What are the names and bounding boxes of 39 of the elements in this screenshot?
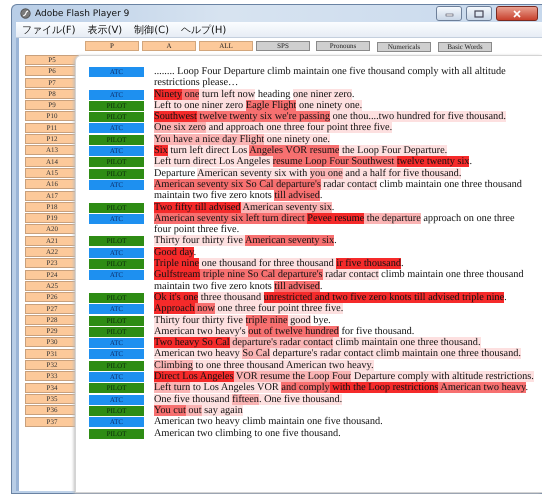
transcript-line: One five thousand fifteen. One five thousand. (154, 394, 344, 405)
transcript-line: American seventy six left turn direct Pevee resume the departure approach on one three four point three five. (154, 212, 516, 236)
minimize-icon (444, 10, 454, 16)
transcript-line: Two fifty till advised American seventy six. (154, 202, 336, 213)
transcript-line: Two heavy So Cal departure's radar contact climb maintain one three thousand. (154, 337, 482, 348)
transcript-line: One six zero and approach one three four point three five. (154, 122, 394, 134)
transcript-line: Ninety one turn left now heading one niner zero. (154, 88, 356, 100)
transcript-line: Departure American seventy six with you one and a half for five thousand. (154, 168, 462, 179)
maximize-button[interactable] (466, 6, 492, 21)
transcript-line: American two heavy's out of twelve hundred for five thousand. (154, 326, 416, 338)
menu-item[interactable]: ファイル(F) (22, 22, 76, 36)
close-icon (513, 10, 521, 18)
transcript-line: American two heavy So Cal departure's radar contact climb maintain one three thousand. (154, 348, 522, 360)
transcript-line: Six turn left direct Los Angeles VOR resume the Loop Four Departure. (154, 145, 448, 156)
transcript-line: Left turn to Los Angeles VOR and comply with the Loop restrictions American two heavy. (154, 382, 530, 394)
transcript-line: Gulfstream triple nine So Cal departure's radar contact climb maintain one three thousand maintain two five zero knots till advised. (154, 269, 525, 292)
transcript-line: Triple nine one thousand for three thousand ir five thousand. (154, 258, 405, 270)
transcript-line: American two climbing to one five thousand. (154, 428, 342, 439)
transcript-line: Climbing to one three thousand American two heavy. (154, 360, 375, 372)
menu-item[interactable]: ヘルプ(H) (181, 22, 226, 36)
transcript-line: Approach now one three four point three five. (154, 303, 344, 315)
app-icon (20, 8, 31, 19)
transcript-line: Good day. (154, 246, 198, 258)
minimize-button[interactable] (436, 6, 462, 21)
transcript-line: Thirty four thirty five triple nine good bye. (154, 314, 332, 326)
maximize-icon (474, 10, 484, 18)
transcript-line: You cut out say again (154, 404, 244, 416)
transcript-line: ........ Loop Four Departure climb maintain one five thousand comply with all altitude restrictions please… (154, 66, 507, 89)
transcript-line: Direct Los Angeles VOR resume the Loop Four Departure comply with altitude restrictions. (154, 371, 534, 382)
transcript-line: Southwest twelve twenty six we're passing one thou....two hundred for five thousand. (154, 111, 507, 122)
transcript-line: American two heavy climb maintain one five thousand. (154, 416, 384, 428)
transcript-line: American seventy six So Cal departure's radar contact climb maintain one three thousand maintain two five zero knots till advised. (154, 178, 523, 202)
window-title: Adobe Flash Player 9 (35, 8, 130, 18)
close-button[interactable] (496, 6, 538, 21)
transcript-line: You have a nice day Flight one ninety one. (154, 134, 331, 146)
transcript-line: Left to one niner zero Eagle Flight one ninety one. (154, 100, 364, 112)
menu-item[interactable]: 表示(V) (88, 22, 122, 36)
menu-item[interactable]: 制御(C) (134, 22, 170, 36)
transcript-line: Thirty four thirty five American seventy six. (154, 235, 338, 247)
